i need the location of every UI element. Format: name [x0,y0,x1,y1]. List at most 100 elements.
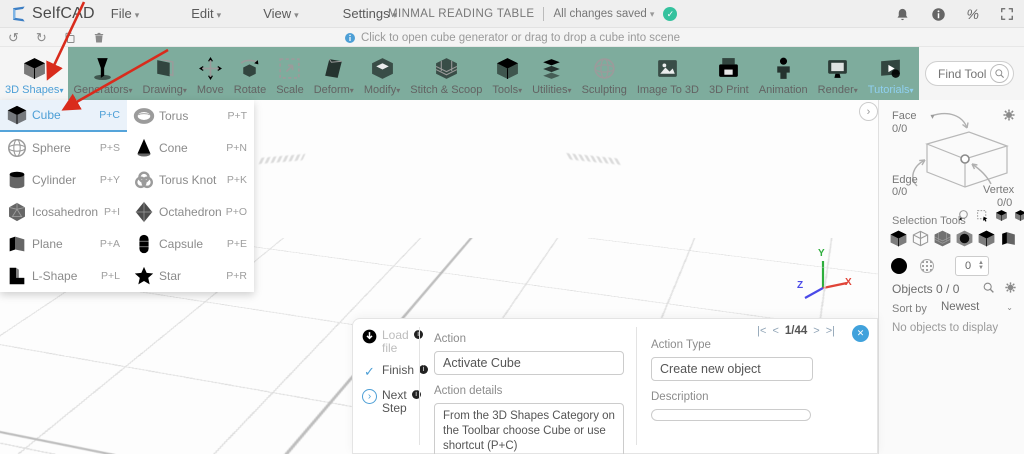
menu-view[interactable]: View▾ [263,6,298,21]
tool-scale[interactable]: Scale [271,47,309,100]
shape-item-icosahedron[interactable]: IcosahedronP+I [0,196,127,228]
shape-item-plane[interactable]: PlaneP+A [0,228,127,260]
fullscreen-icon[interactable] [1000,7,1014,21]
face-count: 0/0 [892,123,907,135]
hint-info-icon [344,32,356,44]
action-input[interactable] [434,351,624,375]
menu-file[interactable]: File▾ [111,6,139,21]
action-details-box[interactable]: From the 3D Shapes Category on the Toolb… [434,403,624,454]
drawing-icon [152,56,177,81]
tool-utilities[interactable]: Utilities▾ [527,47,576,100]
shape-item-star[interactable]: StarP+R [127,260,254,292]
shape-item-cube[interactable]: CubeP+C [0,100,127,132]
divider [543,7,544,21]
sphere-icon [6,137,28,159]
shape-item-torus[interactable]: TorusP+T [127,100,254,132]
find-tool-input[interactable] [938,67,990,81]
vertex-select-label[interactable]: Vertex [983,184,1014,196]
shape-item-cone[interactable]: ConeP+N [127,132,254,164]
finish-button[interactable]: ✓ Finish i [362,364,419,380]
edge-count: 0/0 [892,186,907,198]
save-status[interactable]: All changes saved▾ [553,8,654,20]
tool-tutorials[interactable]: Tutorials▾ [863,47,919,100]
lasso-select-icon[interactable] [957,209,970,222]
color-swatch-black[interactable] [891,258,907,274]
tool-sculpting[interactable]: Sculpting [577,47,632,100]
tool-deform[interactable]: Deform▾ [309,47,359,100]
edge-select-label[interactable]: Edge [892,174,918,186]
image-to-3d-icon [655,56,680,81]
search-objects-icon[interactable] [982,281,995,294]
select-mode-solid-icon[interactable] [889,229,908,248]
tool-3d-shapes[interactable]: 3D Shapes▾ [0,47,68,100]
sort-select[interactable]: Newest ⌄ [941,301,1013,313]
tool-move[interactable]: Move [192,47,229,100]
sort-by-label: Sort by [892,303,927,315]
face-select-label[interactable]: Face▾ [892,110,934,122]
pager-next-button[interactable]: > [813,325,819,337]
objects-count-label: Objects 0 / 0 [892,282,959,296]
menu-edit[interactable]: Edit▾ [191,6,221,21]
percent-icon[interactable]: % [967,6,979,22]
tool-image-to-3d[interactable]: Image To 3D [632,47,704,100]
next-step-button[interactable]: › Next Step i [362,389,419,415]
tool-rotate[interactable]: Rotate [229,47,271,100]
selfcad-logo[interactable]: SelfCAD [8,4,95,24]
tool-stitch-scoop[interactable]: Stitch & Scoop [405,47,487,100]
notifications-bell-icon[interactable] [895,7,910,22]
pager-count: 1/44 [785,325,807,337]
close-icon[interactable]: ✕ [852,325,869,342]
select-mode-sphere-icon[interactable] [955,229,974,248]
shape-item-capsule[interactable]: CapsuleP+E [127,228,254,260]
tool-generators[interactable]: Generators▾ [68,47,137,100]
shape-item-cylinder[interactable]: CylinderP+Y [0,164,127,196]
action-type-input[interactable] [651,357,813,381]
info-icon[interactable] [931,7,946,22]
action-type-label: Action Type [651,339,863,351]
shape-item-torus-knot[interactable]: Torus KnotP+K [127,164,254,196]
tools-icon [495,56,520,81]
chevron-down-icon: ▾ [650,9,655,19]
shape-item-l-shape[interactable]: L-ShapeP+L [0,260,127,292]
cylinder-icon [6,169,28,191]
tool-animation[interactable]: Animation [754,47,813,100]
search-icon[interactable] [990,64,1009,83]
cube-select-icon[interactable] [995,209,1008,222]
select-mode-grid-icon[interactable] [933,229,952,248]
stepper-arrows-icon[interactable]: ▲▼ [978,261,984,271]
octahedron-icon [133,201,155,223]
pager-last-button[interactable]: >| [826,325,835,337]
rotate-icon [237,56,262,81]
stepper-value: 0 [960,260,976,272]
shape-item-octahedron[interactable]: OctahedronP+O [127,196,254,228]
grid-label-smudge [259,154,306,164]
tool-drawing[interactable]: Drawing▾ [138,47,192,100]
objects-settings-gear-icon[interactable] [1004,281,1017,294]
history-bar: ↺ ↻ Click to open cube generator or drag… [0,28,1024,47]
marquee-select-icon[interactable] [976,209,989,222]
select-mode-dark-icon[interactable] [977,229,996,248]
shape-item-sphere[interactable]: SphereP+S [0,132,127,164]
description-input[interactable] [651,409,811,421]
shapes-dropdown: CubeP+C TorusP+T SphereP+S ConeP+N Cylin… [0,100,254,292]
gear-icon[interactable] [1002,108,1016,122]
texture-swatch[interactable] [920,259,934,273]
tolerance-stepper[interactable]: 0 ▲▼ [955,256,989,276]
pager-prev-button[interactable]: < [772,325,778,337]
print-icon [716,56,741,81]
top-bar: SelfCAD File▾ Edit▾ View▾ Settings▾ MINM… [0,0,1024,28]
action-details-label: Action details [434,385,624,397]
tool-render[interactable]: Render▾ [813,47,863,100]
select-mode-plane-icon[interactable] [999,229,1018,248]
vertex-count: 0/0 [997,197,1012,209]
panel-collapse-button[interactable]: › [859,102,878,121]
pager-first-button[interactable]: |< [757,325,766,337]
tool-modify[interactable]: Modify▾ [359,47,405,100]
utilities-icon [539,56,564,81]
select-mode-wireframe-icon[interactable] [911,229,930,248]
load-file-button[interactable]: Load file i [362,329,419,355]
empty-objects-message: No objects to display [892,322,998,334]
tool-3d-print[interactable]: 3D Print [704,47,754,100]
cube-select-filled-icon[interactable] [1014,209,1024,222]
tool-tools[interactable]: Tools▾ [487,47,527,100]
